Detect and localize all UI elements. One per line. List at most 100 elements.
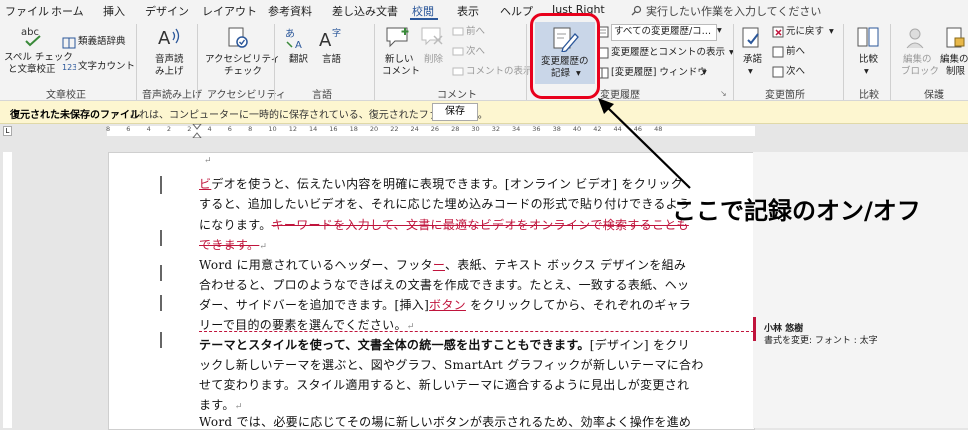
horizontal-ruler[interactable]: L 8 6 4 2 2 4 6 8 10 12 14 16 18 20 22 24 26 28 30 32 34 36 38… bbox=[0, 124, 968, 138]
change-bar bbox=[160, 265, 162, 281]
tell-me-box[interactable]: 実行したい作業を入力してください bbox=[631, 3, 821, 19]
group-label-language: 言語 bbox=[312, 90, 332, 101]
deleted-text: できます。 bbox=[199, 238, 260, 252]
chevron-down-icon[interactable]: ▾ bbox=[717, 25, 722, 37]
new-comment-icon[interactable] bbox=[385, 26, 411, 48]
restrict-editing-icon[interactable] bbox=[944, 26, 966, 50]
delete-comment-icon[interactable] bbox=[420, 26, 444, 48]
next-comment-button[interactable]: 次へ bbox=[466, 46, 485, 58]
compare-button[interactable]: 比較 bbox=[859, 54, 878, 66]
save-button[interactable]: 保存 bbox=[432, 103, 478, 121]
tab-3[interactable]: デザイン bbox=[145, 3, 189, 19]
prev-comment-button[interactable]: 前へ bbox=[466, 26, 485, 38]
next-change-button[interactable]: 次へ bbox=[786, 66, 805, 78]
tab-4[interactable]: レイアウト bbox=[202, 3, 257, 19]
translate-button[interactable]: 翻訳 bbox=[289, 54, 308, 66]
read-aloud-icon[interactable]: A bbox=[156, 24, 182, 50]
ruler-number: 4 bbox=[146, 125, 151, 133]
tab-2[interactable]: 挿入 bbox=[103, 3, 125, 19]
tab-7[interactable]: 校閲 bbox=[412, 3, 434, 19]
chevron-down-icon: ▾ bbox=[829, 26, 834, 37]
ruler-number: 8 bbox=[106, 125, 111, 133]
ruler-number: 34 bbox=[512, 125, 521, 133]
display-for-review-value: すべての変更履歴/コ… bbox=[614, 26, 712, 37]
separator bbox=[374, 24, 375, 100]
ruler-number: 16 bbox=[329, 125, 338, 133]
doc-line: Word では、必要に応じてその場に新しいボタンが表示されるため、効率よく操作を… bbox=[199, 415, 692, 429]
recovered-file-bar: 復元された未保存のファイル これは、コンピューターに一時的に保存されている、復元… bbox=[0, 101, 968, 124]
ruler-number: 24 bbox=[410, 125, 419, 133]
read-aloud-label-2: み上げ bbox=[155, 66, 184, 77]
tab-9[interactable]: ヘルプ bbox=[500, 3, 533, 19]
separator bbox=[890, 24, 891, 100]
delete-comment-button[interactable]: 削除 bbox=[424, 54, 443, 66]
ruler-number: 22 bbox=[390, 125, 399, 133]
vertical-ruler[interactable] bbox=[0, 138, 14, 428]
tab-selector[interactable]: L bbox=[3, 126, 12, 136]
translate-icon[interactable]: あA bbox=[284, 26, 308, 50]
new-comment-button[interactable]: 新しい bbox=[385, 54, 414, 66]
thesaurus-icon bbox=[62, 37, 76, 49]
reject-button[interactable]: 元に戻す bbox=[786, 26, 824, 38]
word-count-button[interactable]: 文字カウント bbox=[78, 61, 135, 73]
inserted-text: ー bbox=[432, 258, 445, 272]
separator bbox=[136, 24, 137, 100]
accessibility-check-icon[interactable] bbox=[226, 26, 250, 50]
accept-icon[interactable] bbox=[740, 26, 764, 50]
read-aloud-button[interactable]: 音声読 bbox=[155, 54, 184, 66]
ruler-number: 26 bbox=[430, 125, 440, 133]
paragraph-mark: ↵ bbox=[234, 402, 243, 412]
doc-text: ダー、サイドバーを追加できます。[挿入] bbox=[199, 298, 430, 312]
tab-1[interactable]: ホーム bbox=[51, 3, 84, 19]
deleted-text: キーワードを入力して、文書に最適なビデオをオンラインで検索することも bbox=[271, 218, 689, 232]
block-authors-icon[interactable] bbox=[905, 26, 929, 50]
language-button[interactable]: 言語 bbox=[322, 54, 341, 66]
dialog-launcher-icon[interactable]: ↘ bbox=[720, 88, 727, 100]
tab-6[interactable]: 差し込み文書 bbox=[332, 3, 398, 19]
indent-marker-icon[interactable] bbox=[192, 124, 202, 138]
group-label-changes: 変更箇所 bbox=[765, 90, 805, 101]
spell-check-label-2: と文章校正 bbox=[8, 64, 56, 75]
svg-text:あ: あ bbox=[285, 28, 295, 40]
change-bar bbox=[160, 230, 162, 246]
restrict-editing-button[interactable]: 編集の bbox=[940, 54, 968, 66]
accessibility-check-button[interactable]: アクセシビリティ bbox=[205, 54, 280, 66]
display-for-review-dropdown[interactable]: すべての変更履歴/コ… bbox=[611, 24, 717, 41]
doc-text: 、表紙、テキスト ボックス デザインを組み bbox=[445, 258, 687, 272]
spell-check-icon[interactable]: abc bbox=[18, 26, 48, 48]
chevron-down-icon: ▾ bbox=[702, 67, 707, 78]
svg-text:A: A bbox=[295, 40, 302, 50]
tab-0[interactable]: ファイル bbox=[5, 3, 49, 19]
prev-change-icon bbox=[772, 46, 784, 58]
doc-text: ます。 bbox=[199, 398, 235, 412]
search-icon bbox=[631, 5, 642, 16]
compare-icon[interactable] bbox=[856, 26, 880, 50]
inserted-text: ボタン bbox=[429, 298, 466, 312]
language-icon[interactable]: A字 bbox=[318, 26, 344, 50]
separator bbox=[197, 24, 198, 100]
ruler-number: 4 bbox=[207, 125, 212, 133]
paragraph-mark: ↵ bbox=[259, 242, 268, 252]
reviewing-pane-button[interactable]: [変更履歴] ウィンドウ bbox=[611, 67, 707, 79]
accept-button[interactable]: 承諾 bbox=[743, 54, 762, 66]
block-authors-button[interactable]: 編集の bbox=[903, 54, 932, 66]
ruler-number: 8 bbox=[248, 125, 253, 133]
tab-5[interactable]: 参考資料 bbox=[268, 3, 312, 19]
change-bar bbox=[160, 295, 162, 311]
doc-line: 合わせると、プロのようなできばえの文書を作成できます。たとえ、一致する表紙、ヘッ bbox=[199, 278, 690, 292]
word-count-icon: 123 bbox=[62, 63, 76, 72]
show-markup-button[interactable]: 変更履歴とコメントの表示 bbox=[611, 47, 725, 59]
chevron-down-icon: ▾ bbox=[748, 66, 753, 77]
group-label-protect: 保護 bbox=[924, 90, 944, 101]
show-comments-button[interactable]: コメントの表示 bbox=[466, 66, 533, 78]
annotation-text: ここで記録のオン/オフ bbox=[672, 197, 921, 225]
svg-text:A: A bbox=[319, 30, 332, 50]
format-change-line bbox=[199, 331, 754, 332]
prev-change-button[interactable]: 前へ bbox=[786, 46, 805, 58]
doc-text: をクリックしてから、それぞれのギャラ bbox=[465, 298, 692, 312]
doc-line: になります。キーワードを入力して、文書に最適なビデオをオンラインで検索することも bbox=[199, 216, 689, 233]
ruler-number: 38 bbox=[552, 125, 561, 133]
thesaurus-button[interactable]: 類義語辞典 bbox=[78, 36, 126, 48]
tab-8[interactable]: 表示 bbox=[457, 3, 479, 19]
doc-text: になります。 bbox=[199, 218, 272, 232]
